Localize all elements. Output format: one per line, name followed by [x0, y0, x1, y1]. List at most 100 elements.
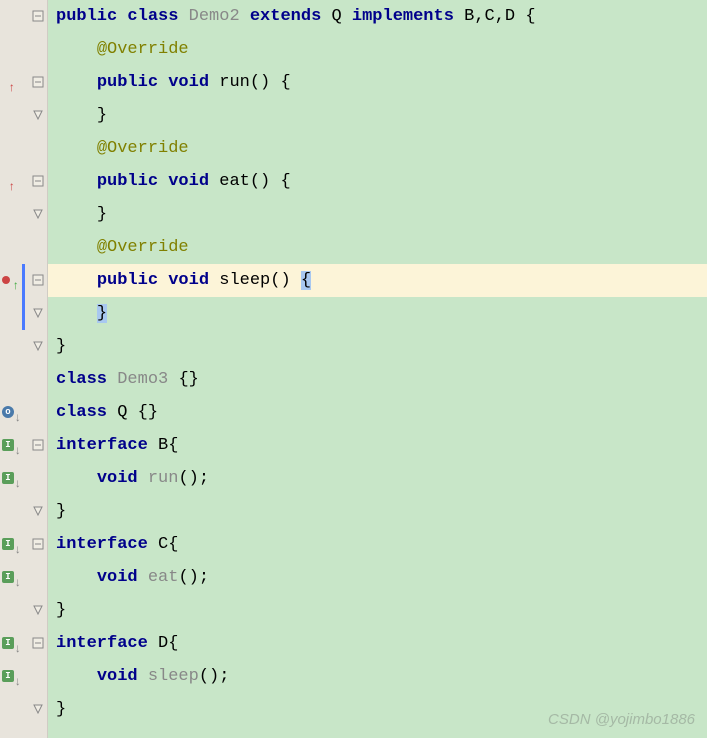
breakpoint-icon[interactable] — [2, 276, 10, 284]
implemented-badge-icon[interactable]: I — [2, 472, 14, 484]
keyword: public — [56, 7, 117, 26]
implemented-badge-icon[interactable]: I — [2, 670, 14, 682]
fold-close-icon[interactable] — [32, 703, 44, 715]
overridden-badge-icon[interactable]: o — [2, 406, 14, 418]
brace: } — [56, 502, 66, 521]
code-line[interactable]: class Demo3 {} — [48, 363, 707, 396]
code-line[interactable]: public void eat() { — [48, 165, 707, 198]
matched-brace: } — [97, 304, 107, 323]
code-line[interactable]: } — [48, 495, 707, 528]
keyword: extends — [250, 7, 321, 26]
method-name: run — [219, 73, 250, 92]
code-line[interactable]: void run(); — [48, 462, 707, 495]
gutter-line-3: ↑ — [0, 66, 47, 99]
method-name: run — [148, 469, 179, 488]
code-line[interactable]: interface C{ — [48, 528, 707, 561]
gutter-line-13: o ↓ — [0, 396, 47, 429]
annotation: @Override — [97, 139, 189, 158]
fold-minus-icon[interactable] — [32, 274, 44, 286]
keyword: void — [97, 667, 138, 686]
annotation: @Override — [97, 40, 189, 59]
method-name: sleep — [219, 271, 270, 290]
fold-close-icon[interactable] — [32, 307, 44, 319]
brace: } — [56, 601, 66, 620]
class-name: Demo3 — [117, 370, 168, 389]
interface-name: B — [158, 436, 168, 455]
gutter-line-22 — [0, 693, 47, 726]
code-line[interactable]: class Q {} — [48, 396, 707, 429]
class-name: Demo2 — [189, 7, 240, 26]
gutter-line-20: I ↓ — [0, 627, 47, 660]
interface-name: D — [158, 634, 168, 653]
gutter-line-2 — [0, 33, 47, 66]
fold-minus-icon[interactable] — [32, 10, 44, 22]
code-line[interactable]: interface D{ — [48, 627, 707, 660]
fold-minus-icon[interactable] — [32, 175, 44, 187]
type-ref: Q — [331, 7, 341, 26]
implemented-badge-icon[interactable]: I — [2, 571, 14, 583]
keyword: public — [97, 73, 158, 92]
keyword: interface — [56, 436, 148, 455]
keyword: void — [97, 469, 138, 488]
code-line-current[interactable]: public void sleep() { — [48, 264, 707, 297]
fold-minus-icon[interactable] — [32, 637, 44, 649]
keyword: implements — [352, 7, 454, 26]
code-line[interactable]: } — [48, 330, 707, 363]
braces: {} — [138, 403, 158, 422]
keyword: interface — [56, 535, 148, 554]
watermark-text: CSDN @yojimbo1886 — [548, 711, 695, 728]
method-name: sleep — [148, 667, 199, 686]
matched-brace: { — [301, 271, 311, 290]
fold-close-icon[interactable] — [32, 505, 44, 517]
type-ref: B,C,D — [464, 7, 515, 26]
fold-minus-icon[interactable] — [32, 439, 44, 451]
gutter-line-21: I ↓ — [0, 660, 47, 693]
fold-close-icon[interactable] — [32, 208, 44, 220]
implemented-badge-icon[interactable]: I — [2, 538, 14, 550]
implemented-badge-icon[interactable]: I — [2, 637, 14, 649]
fold-close-icon[interactable] — [32, 604, 44, 616]
gutter-line-16 — [0, 495, 47, 528]
brace: { — [525, 7, 535, 26]
brace: } — [97, 205, 107, 224]
code-line[interactable]: } — [48, 99, 707, 132]
gutter-line-6: ↑ — [0, 165, 47, 198]
gutter-line-14: I ↓ — [0, 429, 47, 462]
parens: () — [270, 271, 290, 290]
fold-minus-icon[interactable] — [32, 76, 44, 88]
gutter-line-9: ↑ — [0, 264, 47, 297]
gutter-line-4 — [0, 99, 47, 132]
gutter-line-7 — [0, 198, 47, 231]
keyword: public — [97, 271, 158, 290]
keyword: class — [56, 370, 107, 389]
code-line[interactable]: } — [48, 198, 707, 231]
code-line[interactable]: @Override — [48, 33, 707, 66]
gutter-line-15: I ↓ — [0, 462, 47, 495]
code-line[interactable]: interface B{ — [48, 429, 707, 462]
fold-minus-icon[interactable] — [32, 538, 44, 550]
code-line[interactable]: void eat(); — [48, 561, 707, 594]
fold-close-icon[interactable] — [32, 340, 44, 352]
code-line[interactable]: void sleep(); — [48, 660, 707, 693]
keyword: void — [97, 568, 138, 587]
code-line[interactable]: @Override — [48, 132, 707, 165]
keyword: void — [168, 271, 209, 290]
interface-name: C — [158, 535, 168, 554]
method-name: eat — [148, 568, 179, 587]
code-line[interactable]: } — [48, 594, 707, 627]
code-line[interactable]: } — [48, 297, 707, 330]
keyword: void — [168, 172, 209, 191]
code-line[interactable]: public void run() { — [48, 66, 707, 99]
fold-close-icon[interactable] — [32, 109, 44, 121]
gutter-line-11 — [0, 330, 47, 363]
implemented-badge-icon[interactable]: I — [2, 439, 14, 451]
code-line[interactable]: public class Demo2 extends Q implements … — [48, 0, 707, 33]
method-name: eat — [219, 172, 250, 191]
gutter-line-8 — [0, 231, 47, 264]
keyword: public — [97, 172, 158, 191]
brace: } — [97, 106, 107, 125]
gutter-line-1 — [0, 0, 47, 33]
code-editor-area[interactable]: public class Demo2 extends Q implements … — [48, 0, 707, 738]
code-line[interactable]: @Override — [48, 231, 707, 264]
parens: () { — [250, 172, 291, 191]
